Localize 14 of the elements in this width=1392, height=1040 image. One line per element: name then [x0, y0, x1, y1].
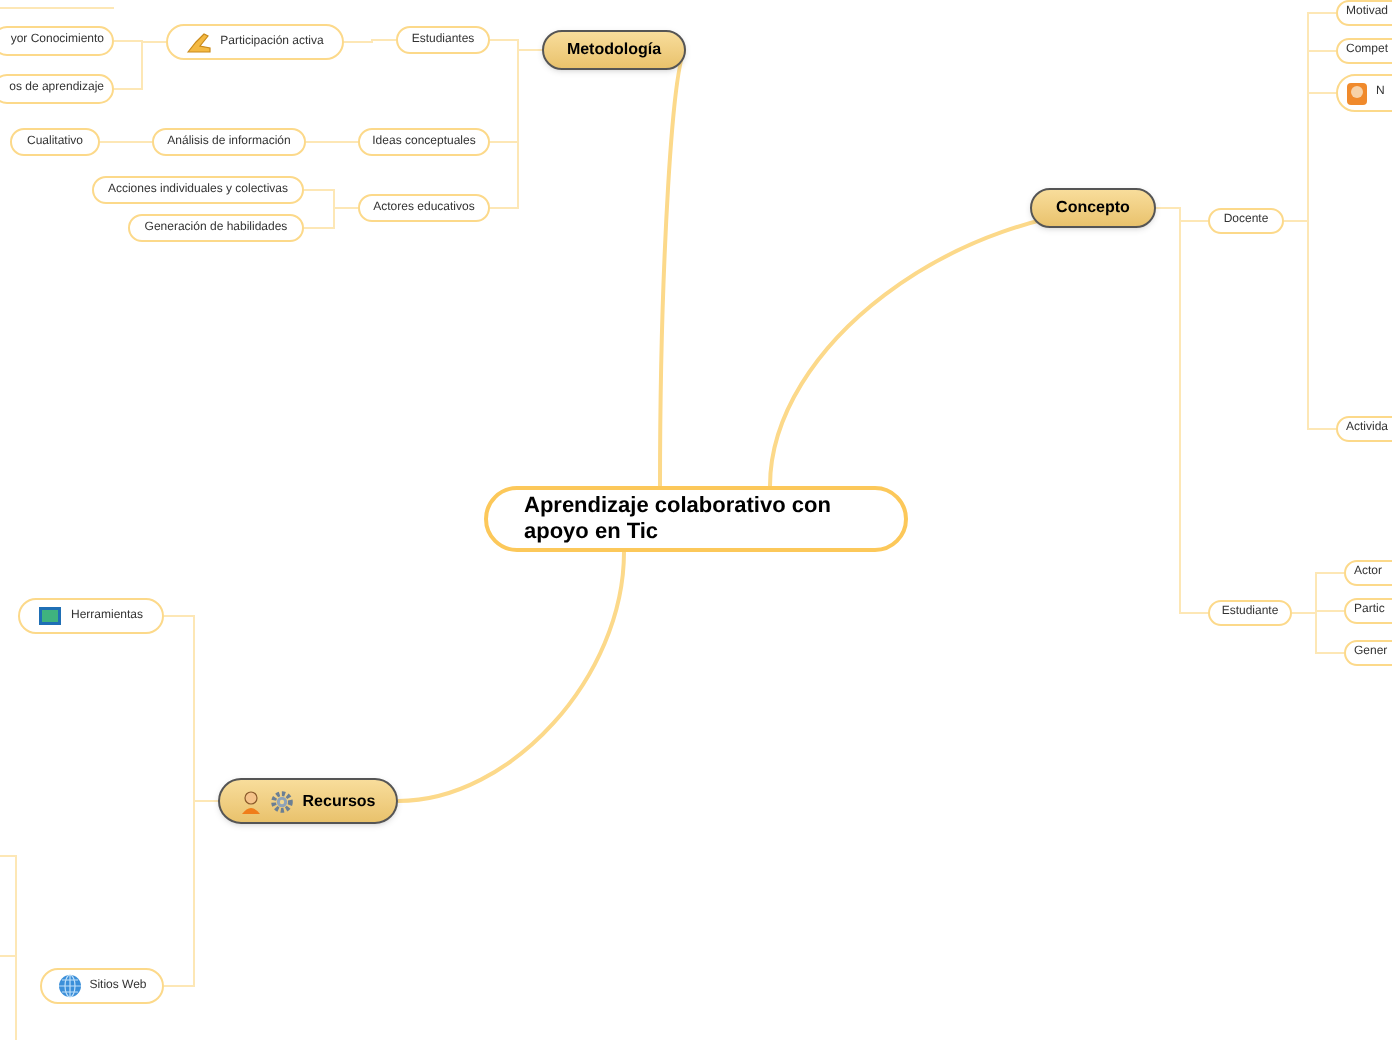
screen-icon [38, 606, 63, 626]
main-topic[interactable]: Metodología [542, 30, 686, 70]
globe-icon [57, 974, 82, 998]
connector-line [303, 207, 359, 229]
connector-line [99, 141, 153, 143]
main-topic[interactable]: Recursos [218, 778, 398, 824]
central-topic[interactable]: Aprendizaje colaborativo con apoyo en Tic [484, 486, 908, 552]
gear-icon [270, 789, 295, 813]
connector-line [305, 141, 359, 143]
avatar-icon [1346, 81, 1368, 105]
connector-line [0, 7, 115, 9]
main-topic[interactable]: Concepto [1030, 188, 1156, 228]
connector-line [343, 39, 397, 43]
person-icon [240, 789, 263, 813]
